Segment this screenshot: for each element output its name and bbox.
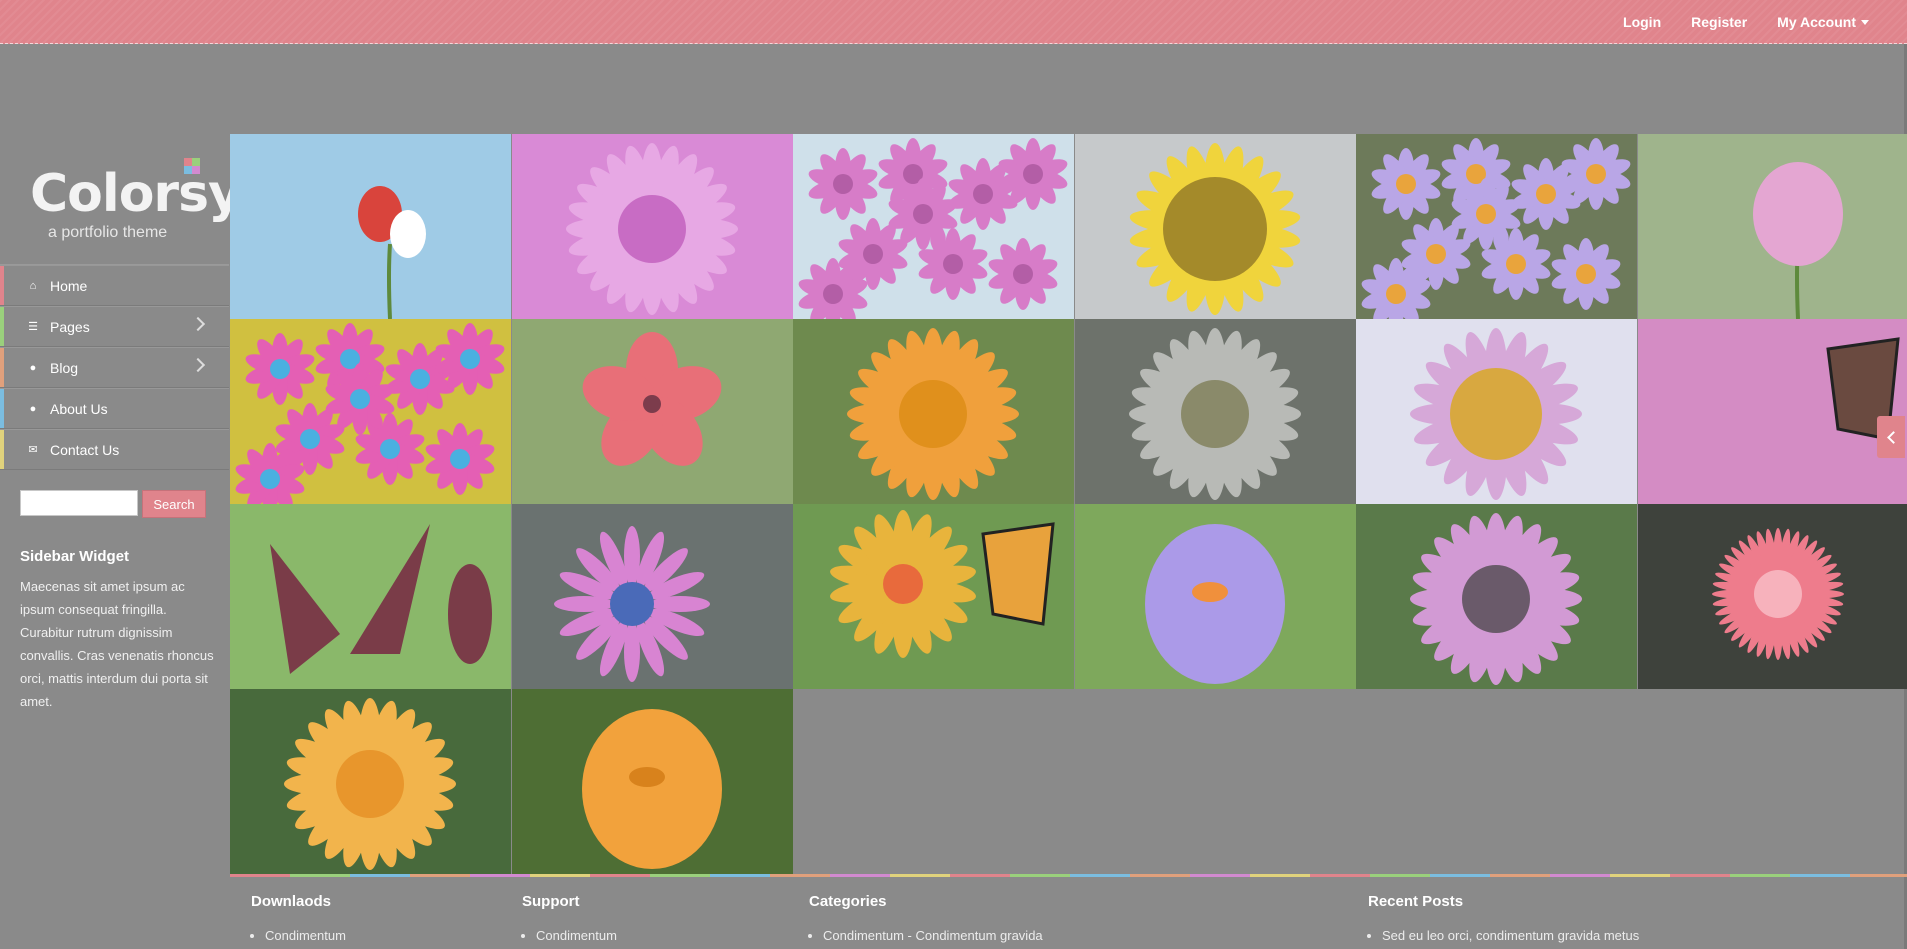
brand-tagline: a portfolio theme bbox=[48, 224, 168, 241]
menu-color-stripe bbox=[0, 266, 4, 305]
flower-photo bbox=[1356, 134, 1637, 319]
gallery-item-zinnia-monarch[interactable] bbox=[793, 504, 1074, 689]
login-link[interactable]: Login bbox=[1623, 14, 1661, 30]
footer-title: Recent Posts bbox=[1368, 893, 1464, 910]
flower-photo bbox=[793, 319, 1074, 504]
footer-link[interactable]: Sed eu leo orci, condimentum gravida met… bbox=[1382, 928, 1639, 943]
caret-down-icon bbox=[1861, 19, 1869, 25]
menu-item-label: Blog bbox=[50, 359, 79, 376]
flower-photo bbox=[1637, 504, 1907, 689]
footer-col-downloads: Downlaods Condimentum bbox=[251, 893, 346, 943]
comments-icon: ● bbox=[29, 361, 37, 374]
gallery-item-red-white-tulips[interactable] bbox=[230, 134, 511, 319]
gallery-item-echinacea[interactable] bbox=[1356, 319, 1637, 504]
portfolio-gallery bbox=[230, 134, 1907, 874]
menu-color-stripe bbox=[0, 348, 4, 387]
flower-photo bbox=[511, 504, 793, 689]
menu-item-label: About Us bbox=[50, 400, 108, 417]
flower-photo bbox=[1637, 134, 1907, 319]
menu-item-pages[interactable]: ☰ Pages bbox=[0, 306, 229, 347]
gallery-item-pink-bellis[interactable] bbox=[1637, 504, 1907, 689]
gallery-item-purple-crocus[interactable] bbox=[1074, 504, 1356, 689]
main-menu: ⌂ Home ☰ Pages ● Blog ● About Us ✉ Contact Us bbox=[0, 264, 229, 470]
brand-name: Colorsy bbox=[30, 164, 242, 224]
flower-photo bbox=[793, 504, 1074, 689]
color-squares-icon bbox=[184, 158, 200, 174]
flower-photo bbox=[793, 134, 1074, 319]
flower-photo bbox=[511, 319, 793, 504]
menu-color-stripe bbox=[0, 430, 4, 469]
search-input[interactable] bbox=[20, 490, 138, 516]
footer: Downlaods Condimentum Support Condimentu… bbox=[230, 877, 1907, 949]
flower-photo bbox=[511, 134, 793, 319]
menu-item-label: Home bbox=[50, 277, 88, 294]
list-icon: ☰ bbox=[28, 321, 38, 333]
flower-photo bbox=[1637, 319, 1907, 504]
gallery-item-pink-tulip[interactable] bbox=[1637, 134, 1907, 319]
chevron-right-icon bbox=[190, 316, 206, 332]
gallery-item-dark-lily[interactable] bbox=[230, 504, 511, 689]
footer-link[interactable]: Condimentum bbox=[536, 928, 617, 943]
user-icon: ● bbox=[29, 402, 37, 415]
top-bar: Login Register My Account bbox=[0, 0, 1907, 44]
footer-title: Downlaods bbox=[251, 893, 332, 910]
menu-item-about-us[interactable]: ● About Us bbox=[0, 388, 229, 429]
gallery-item-red-flax[interactable] bbox=[511, 319, 793, 504]
widget-title: Sidebar Widget bbox=[20, 548, 130, 565]
menu-color-stripe bbox=[0, 307, 4, 346]
flower-photo bbox=[230, 319, 511, 504]
envelope-icon: ✉ bbox=[28, 444, 38, 456]
logo[interactable]: Colorsy a portfolio theme bbox=[0, 134, 242, 264]
footer-col-support: Support Condimentum bbox=[522, 893, 617, 943]
menu-item-blog[interactable]: ● Blog bbox=[0, 347, 229, 388]
footer-col-categories: Categories Condimentum - Condimentum gra… bbox=[809, 893, 1043, 943]
footer-title: Categories bbox=[809, 893, 887, 910]
search-form: Search bbox=[20, 490, 229, 518]
chevron-left-icon bbox=[1886, 430, 1900, 444]
menu-item-label: Contact Us bbox=[50, 441, 120, 458]
register-link[interactable]: Register bbox=[1691, 14, 1747, 30]
footer-link[interactable]: Condimentum bbox=[265, 928, 346, 943]
footer-col-recent-posts: Recent Posts Sed eu leo orci, condimentu… bbox=[1368, 893, 1639, 943]
gallery-item-colorful-chrysanthemums[interactable] bbox=[230, 319, 511, 504]
my-account-dropdown[interactable]: My Account bbox=[1777, 14, 1869, 30]
widget-text: Maecenas sit amet ipsum ac ipsum consequ… bbox=[20, 579, 214, 709]
gallery-item-pink-dahlia[interactable] bbox=[511, 134, 793, 319]
menu-item-contact-us[interactable]: ✉ Contact Us bbox=[0, 429, 229, 470]
gallery-item-bougainvillea[interactable] bbox=[793, 134, 1074, 319]
gallery-item-orange-dahlia[interactable] bbox=[230, 689, 511, 874]
footer-link[interactable]: Condimentum - Condimentum gravida bbox=[823, 928, 1043, 943]
gallery-item-sunflower-bee[interactable] bbox=[1074, 134, 1356, 319]
gallery-item-white-daisy[interactable] bbox=[1074, 319, 1356, 504]
search-button[interactable]: Search bbox=[142, 490, 206, 518]
gallery-item-orange-crocus[interactable] bbox=[511, 689, 793, 874]
menu-item-label: Pages bbox=[50, 318, 90, 335]
flower-photo bbox=[1356, 319, 1637, 504]
flower-photo bbox=[511, 689, 793, 874]
chevron-right-icon bbox=[190, 357, 206, 373]
top-nav: Login Register My Account bbox=[1623, 0, 1869, 44]
gallery-item-purple-asters[interactable] bbox=[1356, 134, 1637, 319]
menu-item-home[interactable]: ⌂ Home bbox=[0, 265, 229, 306]
sidebar: Colorsy a portfolio theme ⌂ Home ☰ Pages ● Bl… bbox=[0, 134, 242, 713]
flower-photo bbox=[1074, 319, 1356, 504]
flower-photo bbox=[230, 689, 511, 874]
my-account-label: My Account bbox=[1777, 14, 1856, 30]
flower-photo bbox=[230, 504, 511, 689]
flower-photo bbox=[1074, 134, 1356, 319]
gallery-item-orange-gerbera[interactable] bbox=[793, 319, 1074, 504]
flower-photo bbox=[1074, 504, 1356, 689]
flower-photo bbox=[230, 134, 511, 319]
gallery-item-butterfly-pink[interactable] bbox=[1637, 319, 1907, 504]
gallery-item-pink-osteospermum[interactable] bbox=[1356, 504, 1637, 689]
home-icon: ⌂ bbox=[29, 279, 37, 292]
menu-color-stripe bbox=[0, 389, 4, 428]
panel-toggle[interactable] bbox=[1877, 416, 1905, 458]
footer-title: Support bbox=[522, 893, 580, 910]
gallery-item-osteospermum-spoon[interactable] bbox=[511, 504, 793, 689]
flower-photo bbox=[1356, 504, 1637, 689]
